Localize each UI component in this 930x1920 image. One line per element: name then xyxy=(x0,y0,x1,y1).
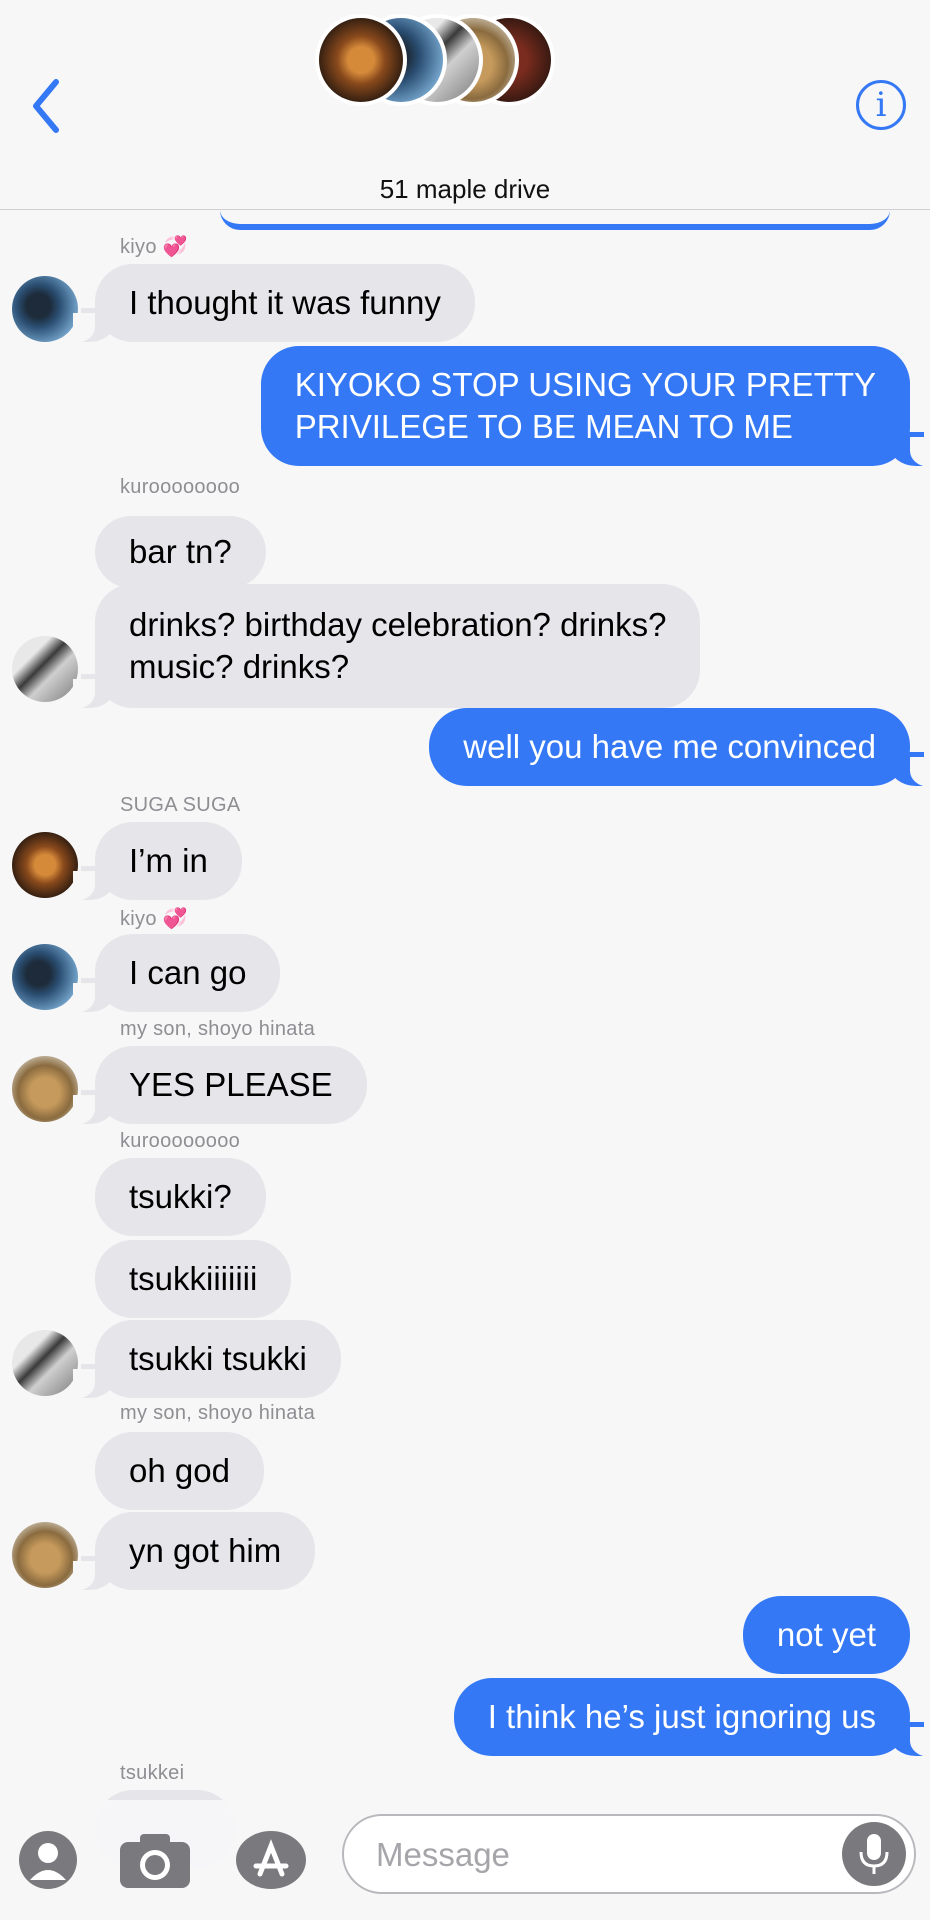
contact-button[interactable] xyxy=(18,1830,78,1890)
avatar[interactable] xyxy=(12,276,78,342)
avatar[interactable] xyxy=(12,944,78,1010)
group-avatars[interactable] xyxy=(315,14,555,106)
conversation-title[interactable]: 51 maple drive xyxy=(0,174,930,205)
microphone-button[interactable] xyxy=(842,1822,906,1886)
message-bubble[interactable]: YES PLEASE xyxy=(73,1046,367,1125)
avatar[interactable] xyxy=(12,832,78,898)
previous-message-bubble-edge xyxy=(220,210,890,230)
message-bubble[interactable]: I can go xyxy=(72,934,281,1013)
message-bubble[interactable]: tsukki? xyxy=(95,1158,266,1236)
message-bubble[interactable]: I think he’s just ignoring us xyxy=(453,1678,930,1757)
sender-name: kuroooooooo xyxy=(120,476,241,498)
message-bubble[interactable]: KIYOKO STOP USING YOUR PRETTY PRIVILEGE … xyxy=(260,346,930,467)
back-button[interactable] xyxy=(26,76,66,136)
chevron-left-icon xyxy=(33,79,59,133)
contact-icon xyxy=(19,1831,77,1889)
message-bubble[interactable]: I’m in xyxy=(73,822,242,901)
message-bubble[interactable]: drinks? birthday celebration? drinks? mu… xyxy=(72,584,701,709)
info-button[interactable]: i xyxy=(856,80,906,130)
avatar[interactable] xyxy=(12,1330,78,1396)
message-bubble[interactable]: I thought it was funny xyxy=(73,264,475,343)
sender-name: kiyo 💞 xyxy=(120,236,188,258)
sender-name: my son, shoyo hinata xyxy=(120,1402,315,1424)
message-bubble[interactable]: bar tn? xyxy=(95,516,266,588)
message-bubble[interactable]: well you have me convinced xyxy=(429,708,930,787)
app-store-button[interactable] xyxy=(234,1830,308,1890)
avatar[interactable] xyxy=(12,636,78,702)
sender-name: kuroooooooo xyxy=(120,1130,241,1152)
avatar[interactable] xyxy=(12,1522,78,1588)
info-icon: i xyxy=(875,85,887,125)
group-avatar xyxy=(315,14,407,106)
conversation-header: i 51 maple drive xyxy=(0,0,930,210)
heart-emoji-icon: 💞 xyxy=(162,908,188,930)
message-input[interactable]: Message xyxy=(342,1814,916,1894)
message-bubble[interactable]: not yet xyxy=(742,1596,910,1674)
app-store-icon xyxy=(236,1831,306,1889)
heart-emoji-icon: 💞 xyxy=(162,236,188,258)
message-placeholder: Message xyxy=(376,1836,510,1873)
message-bubble[interactable]: yn got him xyxy=(72,1512,316,1591)
sender-name: my son, shoyo hinata xyxy=(120,1018,315,1040)
compose-bar: Message xyxy=(0,1800,930,1920)
sender-name: kiyo 💞 xyxy=(120,908,188,930)
camera-button[interactable] xyxy=(118,1830,192,1890)
message-bubble[interactable]: tsukki tsukki xyxy=(73,1320,341,1399)
message-bubble[interactable]: tsukkiiiiiii xyxy=(95,1240,292,1318)
sender-name: tsukkei xyxy=(120,1762,185,1784)
sender-name: SUGA SUGA xyxy=(120,794,241,816)
microphone-icon xyxy=(859,1834,889,1874)
camera-icon xyxy=(120,1834,190,1888)
message-bubble[interactable]: oh god xyxy=(95,1432,264,1510)
avatar[interactable] xyxy=(12,1056,78,1122)
